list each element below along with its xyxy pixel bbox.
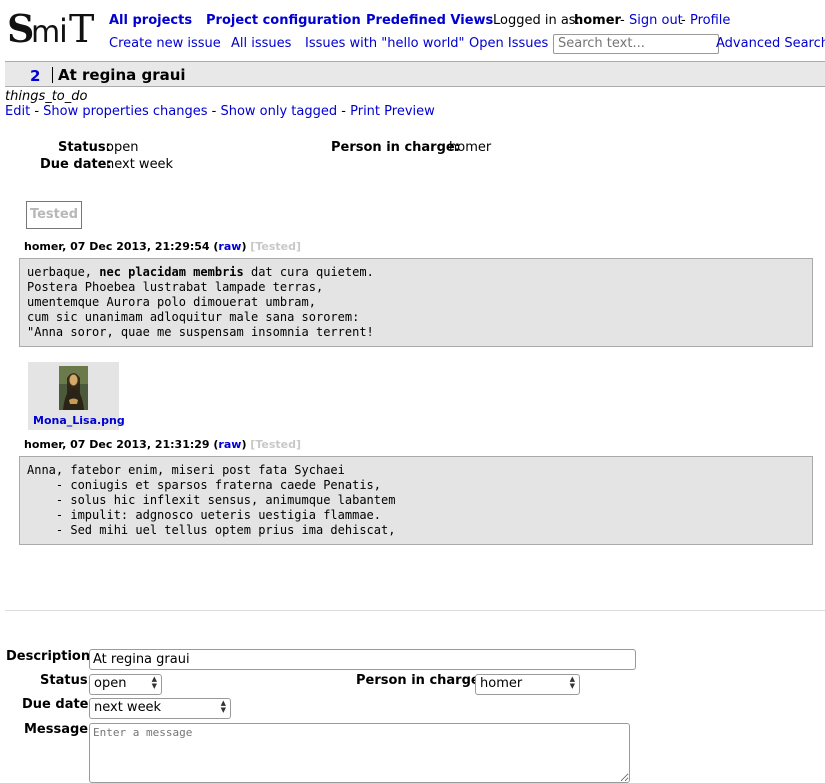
message-body: uerbaque, nec placidam membris dat cura … [19,258,813,347]
tag-tested-button[interactable]: Tested [26,201,82,229]
message-author-date: homer, 07 Dec 2013, 21:31:29 [24,438,210,451]
due-date-value: next week [106,157,174,172]
show-tagged-link[interactable]: Show only tagged [220,104,337,119]
form-due-date-label: Due date: [22,697,94,712]
description-input[interactable] [89,649,636,670]
select-arrows-icon: ▲ ▼ [569,675,575,690]
logo-graphic: S m i T [7,6,94,51]
status-select-value: open [94,676,127,691]
message-text: uerbaque, [27,265,100,279]
nav-create-new-issue[interactable]: Create new issue [109,36,221,51]
due-date-label: Due date: [40,157,112,172]
form-status-label: Status: [40,673,93,688]
edit-link[interactable]: Edit [5,104,30,119]
message-label: Message: [24,722,94,737]
attachment-thumbnail[interactable]: Mona_Lisa.png [28,362,125,430]
separator: - [341,104,346,119]
separator: - [620,13,625,28]
advanced-search-link[interactable]: Advanced Search [716,36,825,51]
show-properties-link[interactable]: Show properties changes [43,104,207,119]
separator: - [34,104,40,119]
svg-text:T: T [69,8,94,48]
message-bold-text: nec placidam membris [99,265,244,279]
nav-issues-hello-world[interactable]: Issues with "hello world" [305,36,465,51]
nav-all-projects[interactable]: All projects [109,13,192,28]
due-date-select-value: next week [94,700,162,715]
profile-link[interactable]: Profile [690,13,730,28]
issue-title-bar: 2 At regina graui [5,61,825,87]
due-date-select[interactable]: next week ▲ ▼ [89,698,231,719]
project-name: things_to_do [5,89,88,104]
person-select-value: homer [480,676,523,691]
logged-in-label: Logged in as: [493,13,580,28]
title-divider [52,67,53,83]
attachment-filename[interactable]: Mona_Lisa.png [33,414,125,427]
divider [5,610,825,611]
person-select[interactable]: homer ▲ ▼ [475,674,580,695]
message-tag[interactable]: [Tested] [250,240,301,253]
person-in-charge-label: Person in charge: [331,140,460,155]
description-label: Description: [6,649,96,664]
nav-predefined-views[interactable]: Predefined Views [366,13,493,28]
print-preview-link[interactable]: Print Preview [350,104,435,119]
issue-id[interactable]: 2 [30,67,40,85]
issue-actions: Edit - Show properties changes - Show on… [5,104,435,119]
status-label: Status: [58,140,111,155]
message-header: homer, 07 Dec 2013, 21:29:54 (raw) [Test… [24,240,301,253]
status-select[interactable]: open ▲ ▼ [89,674,162,695]
form-person-label: Person in charge: [356,673,485,688]
mona-lisa-image [59,366,88,410]
raw-link[interactable]: raw [218,240,241,253]
raw-link[interactable]: raw [218,438,241,451]
svg-text:m: m [31,15,60,48]
username: homer [574,13,621,28]
separator: - [211,104,217,119]
sign-out-link[interactable]: Sign out [629,13,683,28]
select-arrows-icon: ▲ ▼ [220,699,226,714]
message-header: homer, 07 Dec 2013, 21:31:29 (raw) [Test… [24,438,301,451]
message-author-date: homer, 07 Dec 2013, 21:29:54 [24,240,210,253]
message-tag[interactable]: [Tested] [250,438,301,451]
svg-text:S: S [7,8,33,48]
issue-title: At regina graui [58,66,186,84]
person-in-charge-value: homer [449,140,492,155]
nav-open-issues[interactable]: Open Issues [469,36,548,51]
separator: - [681,13,686,28]
status-value: open [106,140,139,155]
select-arrows-icon: ▲ ▼ [151,675,157,690]
smit-logo[interactable]: S m i T [7,6,99,52]
search-input[interactable] [553,34,719,54]
nav-all-issues[interactable]: All issues [231,36,291,51]
message-body: Anna, fatebor enim, miseri post fata Syc… [19,456,813,545]
message-textarea[interactable] [89,723,630,783]
nav-project-configuration[interactable]: Project configuration [206,13,361,28]
svg-text:i: i [59,12,68,48]
